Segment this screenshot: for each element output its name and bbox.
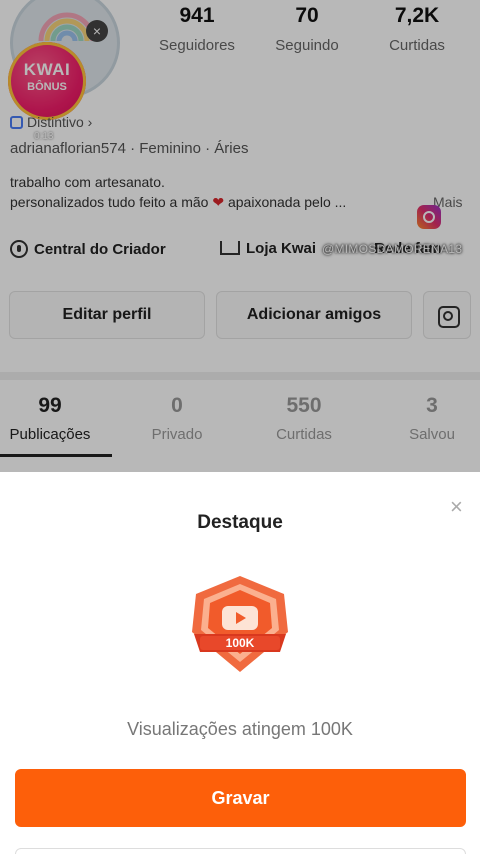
sheet-title: Destaque xyxy=(197,512,283,533)
100k-medal-icon: 100K xyxy=(192,576,288,672)
sheet-description: Visualizações atingem 100K xyxy=(127,719,353,739)
record-button[interactable]: Gravar xyxy=(15,769,466,827)
dim-overlay[interactable] xyxy=(0,0,480,472)
highlight-bottom-sheet: × Destaque 100K Visualizações atingem 10… xyxy=(0,472,480,854)
secondary-button[interactable] xyxy=(15,848,466,854)
medal-label: 100K xyxy=(226,636,255,650)
